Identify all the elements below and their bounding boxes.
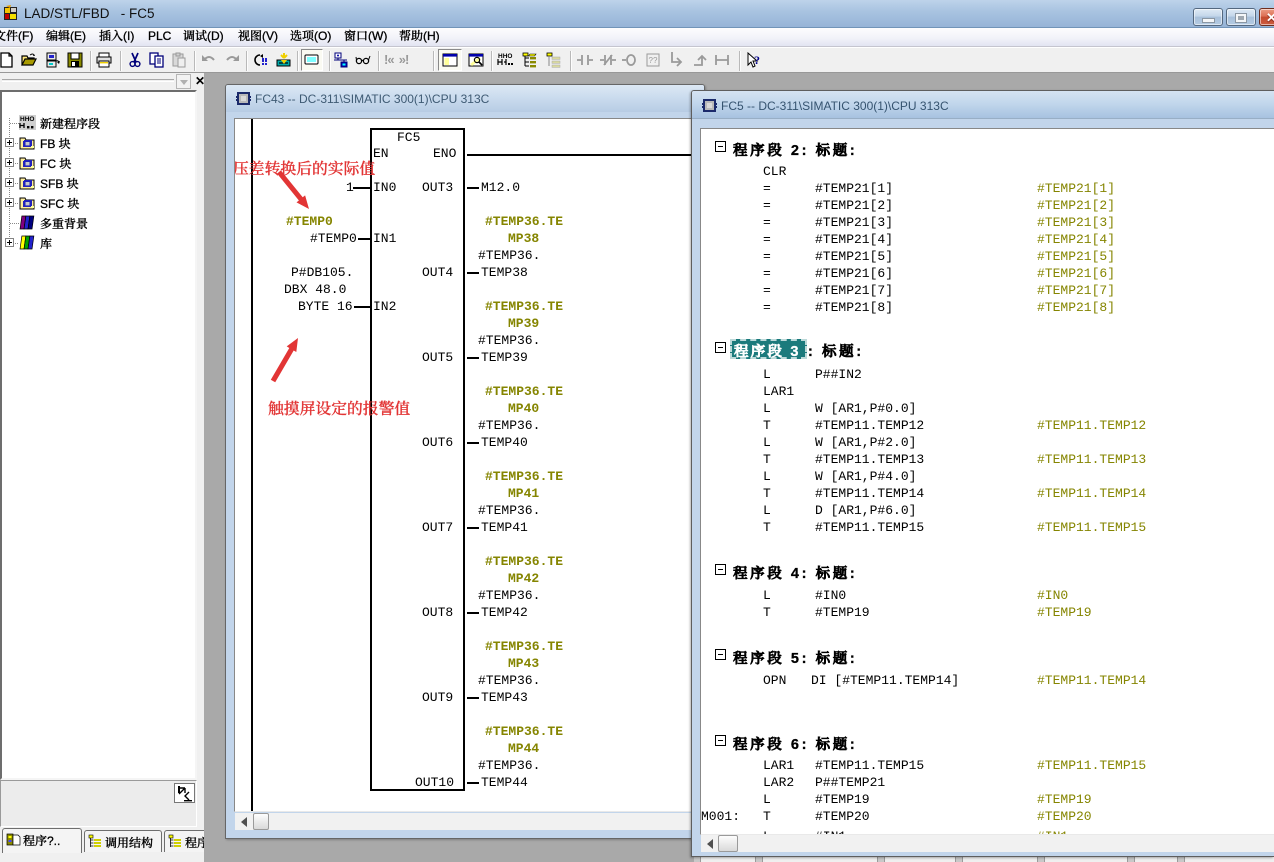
svg-text:HHO: HHO: [498, 53, 512, 60]
svg-text:?: ?: [754, 53, 760, 67]
svg-text:??: ??: [649, 56, 658, 65]
svg-text:HHO: HHO: [20, 116, 34, 123]
